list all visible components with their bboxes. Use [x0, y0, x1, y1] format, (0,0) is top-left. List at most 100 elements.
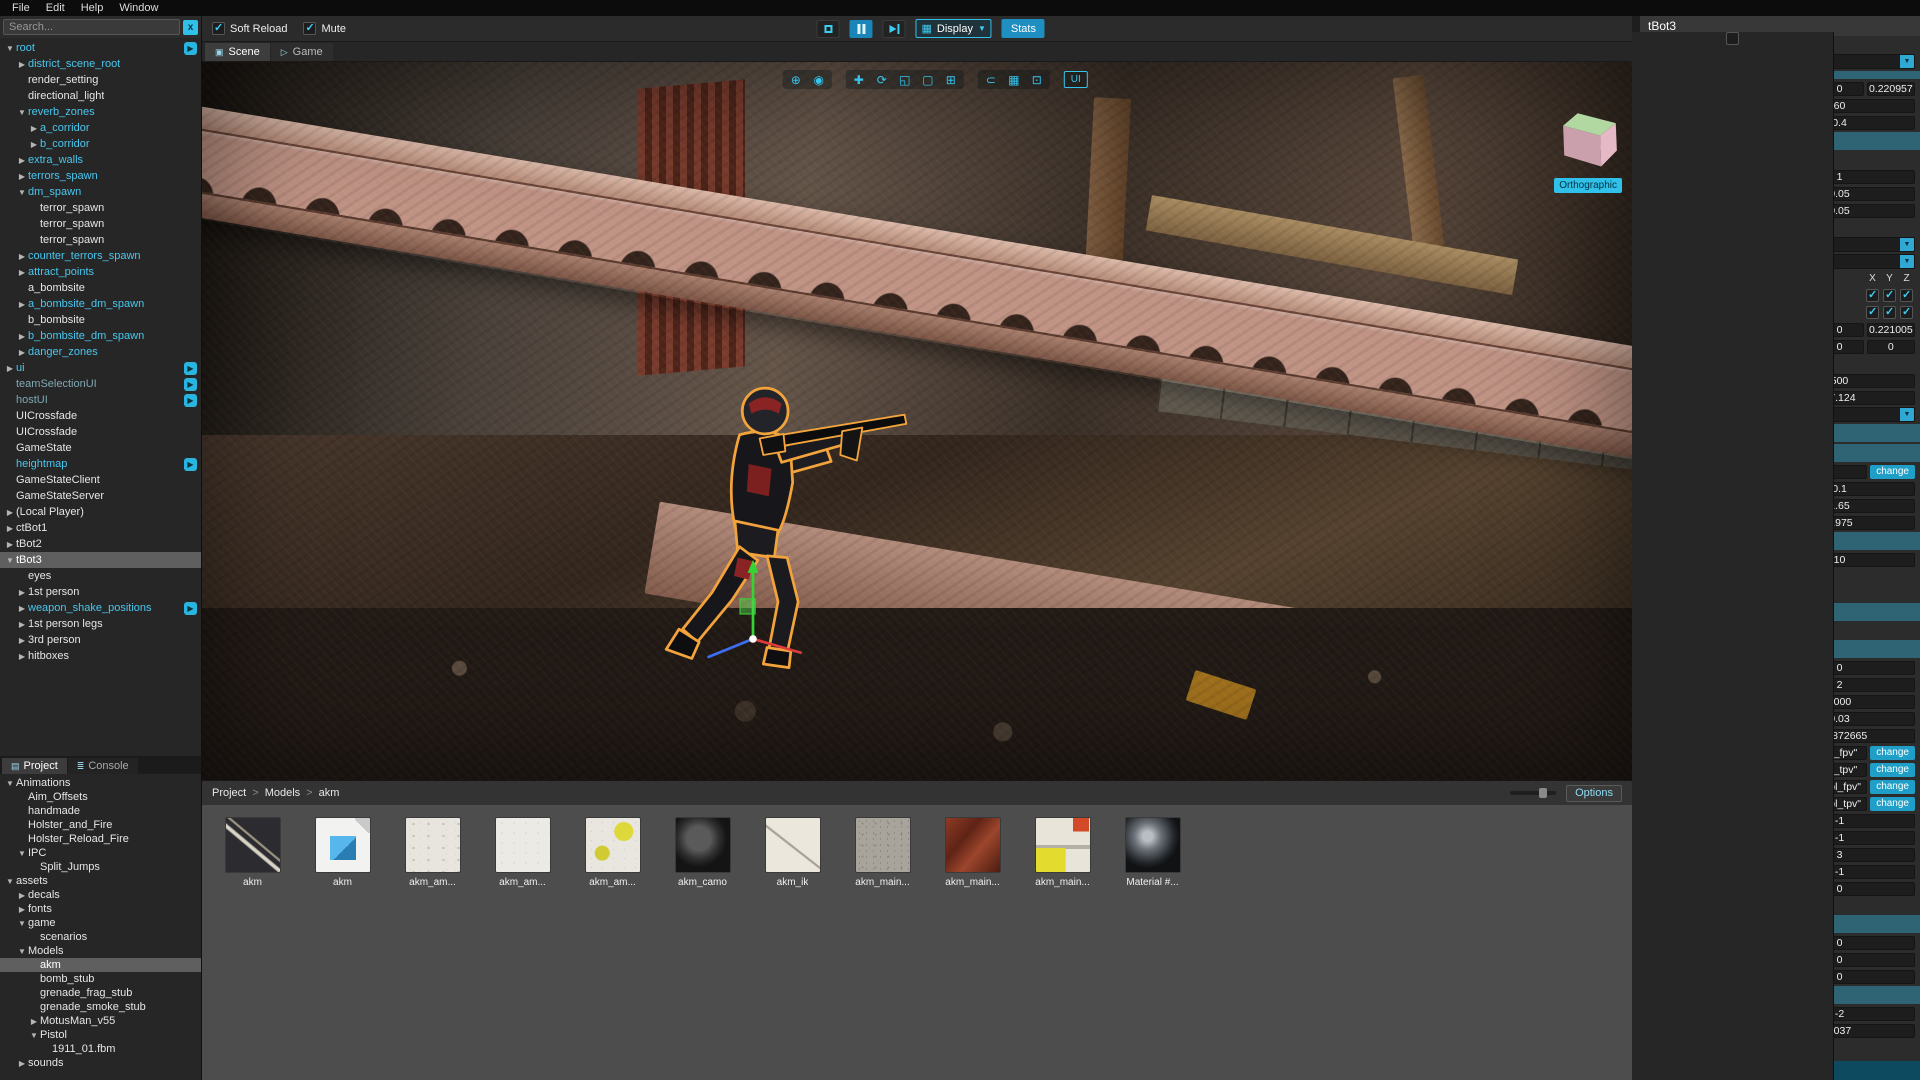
- project-tree-item-game[interactable]: ▼game: [0, 916, 201, 930]
- scene-tree-item-attract-points[interactable]: ▶attract_points: [0, 264, 201, 280]
- camera-icon[interactable]: ◉: [809, 71, 829, 88]
- collapse-icon[interactable]: ▼: [16, 947, 28, 956]
- reference-arrow-icon[interactable]: ▶: [184, 458, 197, 471]
- asset-thumb-akm-ik[interactable]: akm_ik: [756, 817, 829, 888]
- thumbnail-size-slider[interactable]: [1510, 791, 1556, 795]
- reference-arrow-icon[interactable]: ▶: [184, 602, 197, 615]
- orientation-cube[interactable]: [1562, 112, 1618, 174]
- scene-tree-item-ctbot1[interactable]: ▶ctBot1: [0, 520, 201, 536]
- asset-thumb-material[interactable]: Material #...: [1116, 817, 1189, 888]
- expand-icon[interactable]: ▶: [4, 540, 16, 549]
- scene-tree-item-danger-zones[interactable]: ▶danger_zones: [0, 344, 201, 360]
- scene-tree-item-terror-spawn[interactable]: terror_spawn: [0, 232, 201, 248]
- magnet-icon[interactable]: ⊂: [981, 71, 1001, 88]
- asset-thumb-akm[interactable]: akm: [306, 817, 379, 888]
- checkbox[interactable]: [1866, 289, 1879, 302]
- step-frame-button[interactable]: [882, 20, 905, 38]
- scene-tree-item-counter-terrors-spawn[interactable]: ▶counter_terrors_spawn: [0, 248, 201, 264]
- scene-tree-item-terrors-spawn[interactable]: ▶terrors_spawn: [0, 168, 201, 184]
- collapse-icon[interactable]: ▼: [16, 188, 28, 197]
- scene-tree-item-tbot3[interactable]: ▼tBot3: [0, 552, 201, 568]
- value-field[interactable]: 0.221005: [1867, 323, 1915, 337]
- scale-icon[interactable]: ◱: [895, 71, 915, 88]
- marquee-icon[interactable]: ▢: [918, 71, 938, 88]
- transform-gizmo[interactable]: [688, 536, 818, 666]
- clear-search-button[interactable]: x: [183, 20, 198, 35]
- focus-icon[interactable]: ⊕: [786, 71, 806, 88]
- expand-icon[interactable]: ▶: [4, 364, 16, 373]
- 3d-scene-render[interactable]: [202, 62, 1632, 780]
- expand-icon[interactable]: ▶: [16, 172, 28, 181]
- reference-arrow-icon[interactable]: ▶: [184, 362, 197, 375]
- asset-thumb-akm[interactable]: akm: [216, 817, 289, 888]
- menu-window[interactable]: Window: [111, 2, 166, 14]
- project-tree-item-sounds[interactable]: ▶sounds: [0, 1056, 201, 1070]
- ui-toggle-button[interactable]: UI: [1064, 71, 1088, 88]
- expand-icon[interactable]: ▶: [16, 620, 28, 629]
- change-button[interactable]: change: [1870, 780, 1915, 794]
- scene-tree-item-terror-spawn[interactable]: terror_spawn: [0, 216, 201, 232]
- checkbox[interactable]: [303, 22, 316, 35]
- scene-tree-item-hostui[interactable]: hostUI▶: [0, 392, 201, 408]
- stop-button[interactable]: [816, 20, 839, 38]
- menu-help[interactable]: Help: [73, 2, 112, 14]
- project-tree-item-split-jumps[interactable]: Split_Jumps: [0, 860, 201, 874]
- expand-icon[interactable]: ▶: [16, 652, 28, 661]
- scene-tree-item-gamestate[interactable]: GameState: [0, 440, 201, 456]
- project-tree-item-holster-reload-fire[interactable]: Holster_Reload_Fire: [0, 832, 201, 846]
- expand-icon[interactable]: ▶: [16, 604, 28, 613]
- expand-icon[interactable]: ▶: [4, 508, 16, 517]
- scene-tree-item-weapon-shake-positions[interactable]: ▶weapon_shake_positions▶: [0, 600, 201, 616]
- asset-thumb-akm-am[interactable]: akm_am...: [576, 817, 649, 888]
- expand-icon[interactable]: ▶: [16, 905, 28, 914]
- scene-tree-item-b-bombsite[interactable]: b_bombsite: [0, 312, 201, 328]
- checkbox[interactable]: [1866, 306, 1879, 319]
- collapse-icon[interactable]: ▼: [4, 877, 16, 886]
- reference-arrow-icon[interactable]: ▶: [184, 42, 197, 55]
- scene-tree-item-terror-spawn[interactable]: terror_spawn: [0, 200, 201, 216]
- tab-scene[interactable]: ▣Scene: [205, 43, 270, 61]
- checkbox[interactable]: [1900, 306, 1913, 319]
- reference-arrow-icon[interactable]: ▶: [184, 394, 197, 407]
- scene-tree-item-1st-person-legs[interactable]: ▶1st person legs: [0, 616, 201, 632]
- project-tree-item-handmade[interactable]: handmade: [0, 804, 201, 818]
- asset-thumb-akm-camo[interactable]: akm_camo: [666, 817, 739, 888]
- checkbox[interactable]: [1726, 32, 1739, 45]
- scene-tree-item-local-player[interactable]: ▶(Local Player): [0, 504, 201, 520]
- grid-icon[interactable]: ▦: [1004, 71, 1024, 88]
- expand-icon[interactable]: ▶: [4, 524, 16, 533]
- reference-arrow-icon[interactable]: ▶: [184, 378, 197, 391]
- expand-icon[interactable]: ▶: [28, 140, 40, 149]
- value-field[interactable]: 0.220957: [1867, 82, 1915, 96]
- scene-tree-item-hitboxes[interactable]: ▶hitboxes: [0, 648, 201, 664]
- project-tree-item-akm[interactable]: akm: [0, 958, 201, 972]
- scene-tree-item-gamestateclient[interactable]: GameStateClient: [0, 472, 201, 488]
- project-tree-item-decals[interactable]: ▶decals: [0, 888, 201, 902]
- value-field[interactable]: 0: [1867, 340, 1915, 354]
- project-tree-item-motusman-v55[interactable]: ▶MotusMan_v55: [0, 1014, 201, 1028]
- collapse-icon[interactable]: ▼: [16, 919, 28, 928]
- stats-button[interactable]: Stats: [1002, 19, 1045, 38]
- scene-tree-item-ui[interactable]: ▶ui▶: [0, 360, 201, 376]
- change-button[interactable]: change: [1870, 465, 1915, 479]
- tab-project[interactable]: ▤Project: [2, 758, 67, 774]
- scene-tree-item-eyes[interactable]: eyes: [0, 568, 201, 584]
- scene-tree-item-render-setting[interactable]: render_setting: [0, 72, 201, 88]
- expand-icon[interactable]: ▶: [16, 1059, 28, 1068]
- expand-icon[interactable]: ▶: [16, 252, 28, 261]
- viewport[interactable]: ⊕◉✚⟳◱▢⊞⊂▦⊡UI Orthographic: [202, 62, 1632, 780]
- scene-tree-item-reverb-zones[interactable]: ▼reverb_zones: [0, 104, 201, 120]
- scene-tree-item-extra-walls[interactable]: ▶extra_walls: [0, 152, 201, 168]
- scene-tree-item-tbot2[interactable]: ▶tBot2: [0, 536, 201, 552]
- project-tree-item-animations[interactable]: ▼Animations: [0, 776, 201, 790]
- collapse-icon[interactable]: ▼: [4, 779, 16, 788]
- expand-icon[interactable]: ▶: [16, 300, 28, 309]
- checkbox[interactable]: [1883, 289, 1896, 302]
- collapse-icon[interactable]: ▼: [16, 108, 28, 117]
- scene-tree-item-uicrossfade[interactable]: UICrossfade: [0, 408, 201, 424]
- expand-icon[interactable]: ▶: [16, 60, 28, 69]
- project-tree-item-models[interactable]: ▼Models: [0, 944, 201, 958]
- scene-tree-item-teamselectionui[interactable]: teamSelectionUI▶: [0, 376, 201, 392]
- scene-tree-item-a-corridor[interactable]: ▶a_corridor: [0, 120, 201, 136]
- collapse-icon[interactable]: ▼: [16, 849, 28, 858]
